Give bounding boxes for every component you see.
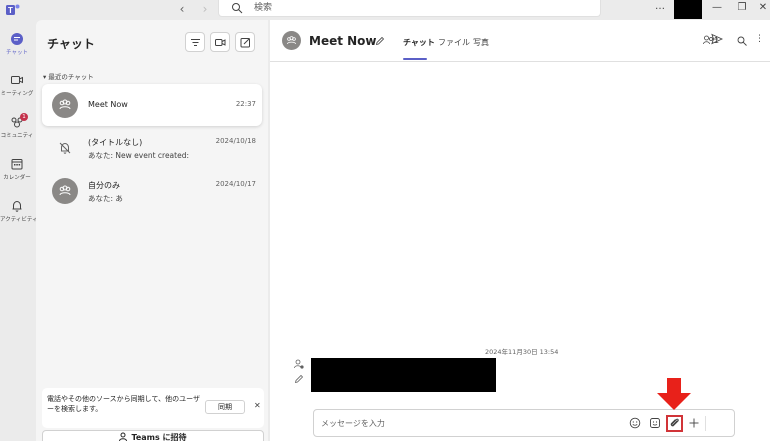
- rail-item-activity[interactable]: アクティビティ: [0, 199, 38, 223]
- recent-chats-header[interactable]: ▾ 最近のチャット: [43, 71, 94, 81]
- bell-off-icon: [59, 142, 71, 154]
- tab-files[interactable]: ファイル: [438, 37, 470, 48]
- chat-date: 2024/10/17: [215, 180, 256, 188]
- pencil-icon[interactable]: [375, 36, 385, 46]
- message-timestamp: 2024年11月30日 13:54: [485, 348, 559, 356]
- more-options-button[interactable]: …: [654, 0, 666, 16]
- rail-label-calendar: カレンダー: [3, 175, 31, 181]
- chat-main-area: Meet Now チャット ファイル 写真 1 ⋮ 2024年11月30日 13: [270, 20, 770, 441]
- send-icon[interactable]: [711, 33, 723, 45]
- search-icon[interactable]: [737, 36, 747, 46]
- tab-photos[interactable]: 写真: [473, 37, 489, 48]
- chat-date: 2024/10/18: [215, 137, 256, 145]
- chat-item-self[interactable]: 自分のみ 2024/10/17 あなた: あ: [42, 170, 262, 212]
- red-arrow-annotation: [657, 378, 691, 410]
- chat-list-panel: チャット ▾ 最近のチャット Meet Now 22:37 (タイトルなし) 2…: [36, 20, 268, 441]
- chat-item-meet-now[interactable]: Meet Now 22:37: [42, 84, 262, 126]
- calendar-icon: [11, 159, 23, 170]
- pencil-icon[interactable]: [294, 374, 304, 384]
- teams-window: T ‹ › 検索 … — ❐ ✕ チャット ミーティング 1 コミュニティ カレ…: [0, 0, 770, 441]
- group-avatar: [52, 178, 78, 204]
- forward-button[interactable]: ›: [197, 1, 213, 17]
- more-options-button[interactable]: ⋮: [755, 34, 764, 44]
- redacted-profile[interactable]: [674, 0, 702, 19]
- chat-avatar[interactable]: [282, 31, 301, 50]
- group-icon: [59, 185, 71, 196]
- message-meta-icons: [294, 359, 306, 389]
- panel-title: チャット: [47, 37, 95, 51]
- notice-text: 電話やその他のソースから同期して、他のユーザーを検索します。: [47, 395, 200, 413]
- attach-highlight-box: [666, 415, 683, 432]
- untitled-avatar: [52, 135, 78, 161]
- compose-divider: [705, 416, 706, 431]
- active-tab-indicator: [403, 58, 427, 60]
- notification-badge: 1: [20, 113, 28, 121]
- compose-placeholder: メッセージを入力: [321, 419, 385, 428]
- rail-label-chat: チャット: [6, 50, 28, 56]
- chat-name: Meet Now: [88, 100, 128, 109]
- bell-icon: [12, 200, 22, 212]
- search-icon: [232, 3, 243, 14]
- chat-preview: あなた: New event created:: [88, 151, 189, 160]
- person-add-icon: [119, 432, 128, 441]
- back-button[interactable]: ‹: [174, 1, 190, 17]
- minimize-button[interactable]: —: [710, 0, 724, 16]
- svg-text:T: T: [8, 6, 13, 15]
- video-icon: [215, 39, 226, 46]
- chat-name: 自分のみ: [88, 181, 120, 190]
- tab-chat[interactable]: チャット: [403, 37, 435, 48]
- search-placeholder: 検索: [254, 3, 273, 13]
- rail-label-community: コミュニティ: [0, 133, 34, 139]
- group-avatar: [52, 92, 78, 118]
- chat-item-untitled[interactable]: (タイトルなし) 2024/10/18 あなた: New event creat…: [42, 127, 262, 169]
- search-box[interactable]: 検索: [218, 0, 601, 17]
- chat-title: Meet Now: [309, 34, 377, 48]
- rail-item-chat[interactable]: チャット: [0, 32, 34, 56]
- teams-logo-icon[interactable]: T: [6, 3, 20, 17]
- meet-now-button[interactable]: [210, 32, 230, 52]
- chat-icon: [11, 33, 23, 45]
- title-bar: T ‹ › 検索 … — ❐ ✕: [0, 0, 770, 20]
- rail-item-meeting[interactable]: ミーティング: [0, 73, 34, 97]
- redacted-message[interactable]: [311, 358, 496, 392]
- person-status-icon: [294, 359, 304, 369]
- filter-icon: [191, 39, 200, 46]
- group-icon: [287, 36, 296, 45]
- new-chat-button[interactable]: [235, 32, 255, 52]
- notice-close-button[interactable]: ✕: [254, 401, 261, 410]
- video-icon: [11, 76, 23, 84]
- invite-to-teams-button[interactable]: Teams に招待: [42, 430, 264, 441]
- close-button[interactable]: ✕: [756, 0, 770, 16]
- rail-label-activity: アクティビティ: [0, 217, 38, 223]
- rail-item-calendar[interactable]: カレンダー: [0, 157, 34, 181]
- sticker-icon[interactable]: [649, 417, 661, 429]
- chat-preview: あなた: あ: [88, 194, 123, 203]
- app-rail: チャット ミーティング 1 コミュニティ カレンダー アクティビティ: [0, 20, 38, 441]
- sync-contacts-notice: 電話やその他のソースから同期して、他のユーザーを検索します。 同期 ✕: [42, 388, 264, 428]
- rail-label-meeting: ミーティング: [0, 91, 34, 97]
- chat-time: 22:37: [235, 100, 256, 108]
- group-icon: [59, 99, 71, 110]
- emoji-icon[interactable]: [629, 417, 641, 429]
- chat-name: (タイトルなし): [88, 138, 143, 147]
- rail-item-community[interactable]: 1 コミュニティ: [0, 113, 34, 139]
- invite-button-label: Teams に招待: [131, 433, 187, 441]
- filter-button[interactable]: [185, 32, 205, 52]
- plus-icon[interactable]: [688, 417, 700, 429]
- maximize-button[interactable]: ❐: [735, 0, 749, 16]
- chat-header: Meet Now チャット ファイル 写真 1 ⋮: [270, 20, 770, 62]
- sync-button[interactable]: 同期: [205, 400, 245, 414]
- compose-icon: [240, 38, 250, 48]
